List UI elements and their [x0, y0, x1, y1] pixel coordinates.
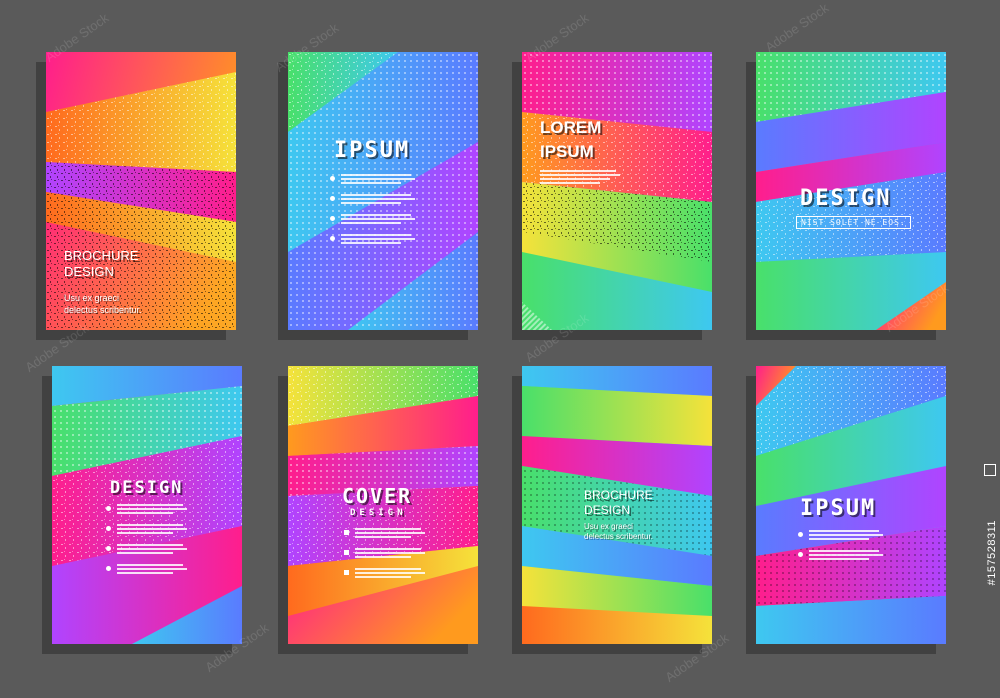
- card-5-bullet-list: [106, 504, 187, 584]
- card-1-title-line1: BROCHURE: [64, 248, 139, 263]
- card-7-title-line2: DESIGN: [584, 503, 631, 517]
- card-background-3: [522, 52, 712, 330]
- card-7-title-line1: BROCHURE: [584, 488, 653, 502]
- card-3-title-line1: LOREM: [540, 118, 602, 137]
- card-2-bullet-list: [330, 174, 415, 254]
- card-1-subtitle-line2: delectus scribentur.: [64, 305, 142, 315]
- card-3-title-line2: IPSUM: [540, 142, 594, 161]
- card-1-title-line2: DESIGN: [64, 264, 114, 279]
- brochure-card-4[interactable]: DESIGN NIST SOLET NE EOS.: [756, 52, 946, 330]
- watermark-4: Adobe Stock: [762, 0, 832, 55]
- brochure-card-7[interactable]: BROCHURE DESIGN Usu ex graeci delectus s…: [522, 366, 712, 644]
- card-3-text-block: [540, 170, 620, 184]
- stock-id: #157528311: [986, 520, 998, 586]
- card-4-title: DESIGN: [800, 186, 892, 211]
- brochure-card-5[interactable]: DESIGN: [52, 366, 242, 644]
- card-6-subtitle: DESIGN: [350, 508, 407, 518]
- card-4-tagline: NIST SOLET NE EOS.: [796, 216, 911, 229]
- card-8-title: IPSUM: [800, 496, 877, 521]
- card-7-subtitle-line1: Usu ex graeci: [584, 522, 633, 531]
- adobe-stock-icon: [984, 464, 996, 476]
- card-6-bullet-list: [344, 528, 425, 588]
- card-1-subtitle-line1: Usu ex graeci: [64, 293, 120, 303]
- card-7-subtitle-line2: delectus scribentur.: [584, 532, 653, 541]
- card-2-title: IPSUM: [334, 138, 411, 163]
- brochure-card-2[interactable]: IPSUM: [288, 52, 478, 330]
- brochure-card-8[interactable]: IPSUM: [756, 366, 946, 644]
- card-8-bullet-list: [798, 530, 883, 570]
- brochure-card-6[interactable]: COVER DESIGN: [288, 366, 478, 644]
- brochure-card-1[interactable]: BROCHURE DESIGN Usu ex graeci delectus s…: [46, 52, 236, 330]
- brochure-card-3[interactable]: LOREM IPSUM: [522, 52, 712, 330]
- card-6-title: COVER: [342, 484, 413, 508]
- card-background-1: [46, 52, 236, 330]
- card-5-title: DESIGN: [110, 478, 184, 498]
